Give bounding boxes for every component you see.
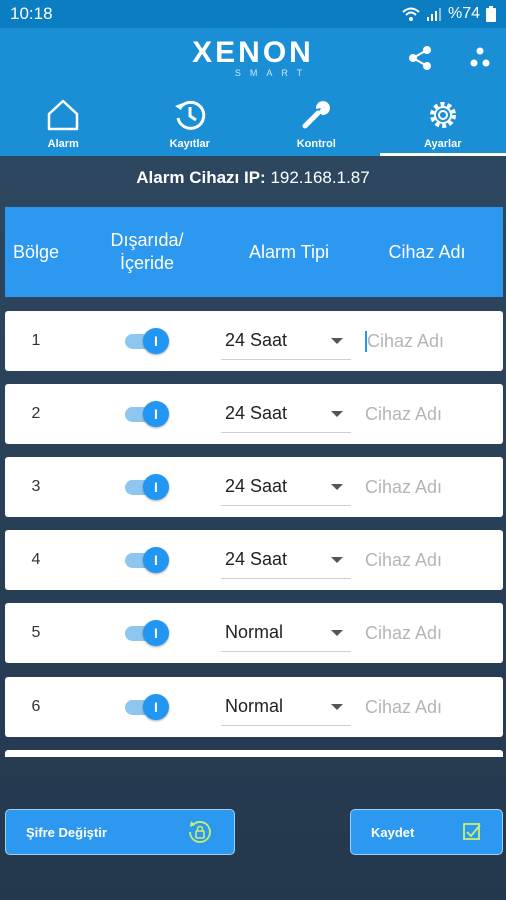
ip-value: 192.168.1.87	[270, 168, 370, 187]
device-name-input[interactable]: Cihaz Adı	[351, 550, 503, 571]
share-icon[interactable]	[406, 44, 434, 72]
inside-outside-toggle[interactable]: I	[125, 474, 169, 500]
alarm-type-value: Normal	[225, 622, 284, 642]
save-label: Kaydet	[371, 824, 415, 840]
tab-records[interactable]: Kayıtlar	[127, 86, 254, 156]
toggle-knob: I	[143, 547, 169, 573]
battery-percent: %74	[447, 5, 480, 22]
alarm-type-value: 24 Saat	[225, 549, 288, 569]
alarm-type-value: 24 Saat	[225, 476, 288, 496]
device-name-input[interactable]: Cihaz Adı	[351, 404, 503, 425]
tab-control-label: Kontrol	[296, 138, 336, 150]
device-name-input[interactable]: Cihaz Adı	[365, 330, 503, 352]
toggle-knob: I	[143, 620, 169, 646]
device-name-input[interactable]: Cihaz Adı	[351, 477, 503, 498]
device-name-input[interactable]: Cihaz Adı	[351, 697, 503, 718]
alarm-type-select[interactable]: 24 Saat	[221, 322, 351, 360]
header-alarm-type: Alarm Tipi	[248, 241, 329, 262]
chevron-down-icon	[331, 483, 343, 490]
chevron-down-icon	[331, 337, 343, 344]
app-bar: XENON SMART Alarm Kayıtlar Kontrol Ayarl…	[0, 28, 506, 156]
home-icon	[48, 99, 79, 131]
header-in-out: Dışarıda/ İçeride	[110, 230, 184, 273]
toggle-knob: I	[143, 328, 169, 354]
list-item: 3 I 24 Saat Cihaz Adı	[5, 457, 503, 517]
save-button[interactable]: Kaydet	[350, 809, 503, 855]
lock-refresh-icon	[189, 821, 211, 843]
checkbox-icon	[463, 823, 481, 840]
zone-number: 6	[31, 698, 41, 715]
header-zone: Bölge	[12, 241, 60, 262]
battery-icon	[486, 6, 496, 22]
device-name-input[interactable]: Cihaz Adı	[351, 623, 503, 644]
alarm-type-select[interactable]: 24 Saat	[221, 541, 351, 579]
alarm-type-select[interactable]: 24 Saat	[221, 468, 351, 506]
tab-settings[interactable]: Ayarlar	[379, 86, 506, 156]
chevron-down-icon	[331, 410, 343, 417]
zone-list[interactable]: 1 I 24 Saat Cihaz Adı 2 I 24 Saat Cihaz …	[5, 311, 503, 757]
change-password-label: Şifre Değiştir	[26, 824, 107, 840]
list-item: 2 I 24 Saat Cihaz Adı	[5, 384, 503, 444]
list-item: 6 I Normal Cihaz Adı	[5, 677, 503, 737]
zone-number: 1	[31, 332, 41, 349]
alarm-type-select[interactable]: 24 Saat	[221, 395, 351, 433]
chevron-down-icon	[331, 629, 343, 636]
change-password-button[interactable]: Şifre Değiştir	[5, 809, 235, 855]
zone-number: 2	[31, 405, 41, 422]
tab-alarm-label: Alarm	[47, 138, 79, 150]
list-item: 5 I Normal Cihaz Adı	[5, 603, 503, 663]
alarm-type-value: Normal	[225, 696, 284, 716]
tab-settings-label: Ayarlar	[423, 138, 462, 150]
inside-outside-toggle[interactable]: I	[125, 694, 169, 720]
zone-number: 4	[31, 551, 41, 568]
status-bar: 10:18 %74	[0, 0, 506, 28]
tab-records-label: Kayıtlar	[169, 138, 210, 150]
chevron-down-icon	[331, 703, 343, 710]
chevron-down-icon	[331, 556, 343, 563]
alarm-type-select[interactable]: Normal	[221, 614, 351, 652]
wifi-icon	[402, 7, 420, 21]
header-device-name: Cihaz Adı	[388, 241, 466, 262]
status-time: 10:18	[10, 4, 53, 23]
zone-number: 5	[31, 624, 41, 641]
toggle-knob: I	[143, 474, 169, 500]
alarm-type-value: 24 Saat	[225, 330, 288, 350]
zone-number: 3	[31, 478, 41, 495]
list-item	[5, 750, 503, 757]
inside-outside-toggle[interactable]: I	[125, 620, 169, 646]
alarm-type-select[interactable]: Normal	[221, 688, 351, 726]
logo-sub: SMART	[234, 68, 312, 78]
list-item: 1 I 24 Saat Cihaz Adı	[5, 311, 503, 371]
list-item: 4 I 24 Saat Cihaz Adı	[5, 530, 503, 590]
device-ip: Alarm Cihazı IP: 192.168.1.87	[0, 168, 506, 188]
signal-icon	[426, 8, 441, 21]
toggle-knob: I	[143, 401, 169, 427]
inside-outside-toggle[interactable]: I	[125, 401, 169, 427]
table-header: Bölge Dışarıda/ İçeride Alarm Tipi Cihaz…	[5, 207, 503, 297]
inside-outside-toggle[interactable]: I	[125, 328, 169, 354]
ip-label: Alarm Cihazı IP:	[136, 168, 266, 187]
gear-icon	[429, 102, 456, 128]
status-icons: %74	[402, 5, 496, 23]
inside-outside-toggle[interactable]: I	[125, 547, 169, 573]
history-icon	[174, 100, 205, 130]
network-icon[interactable]	[466, 44, 494, 72]
tab-alarm[interactable]: Alarm	[0, 86, 127, 156]
tab-control[interactable]: Kontrol	[253, 86, 380, 156]
wrench-icon	[302, 101, 331, 129]
tab-bar: Alarm Kayıtlar Kontrol Ayarlar	[0, 86, 506, 156]
alarm-type-value: 24 Saat	[225, 403, 288, 423]
toggle-knob: I	[143, 694, 169, 720]
